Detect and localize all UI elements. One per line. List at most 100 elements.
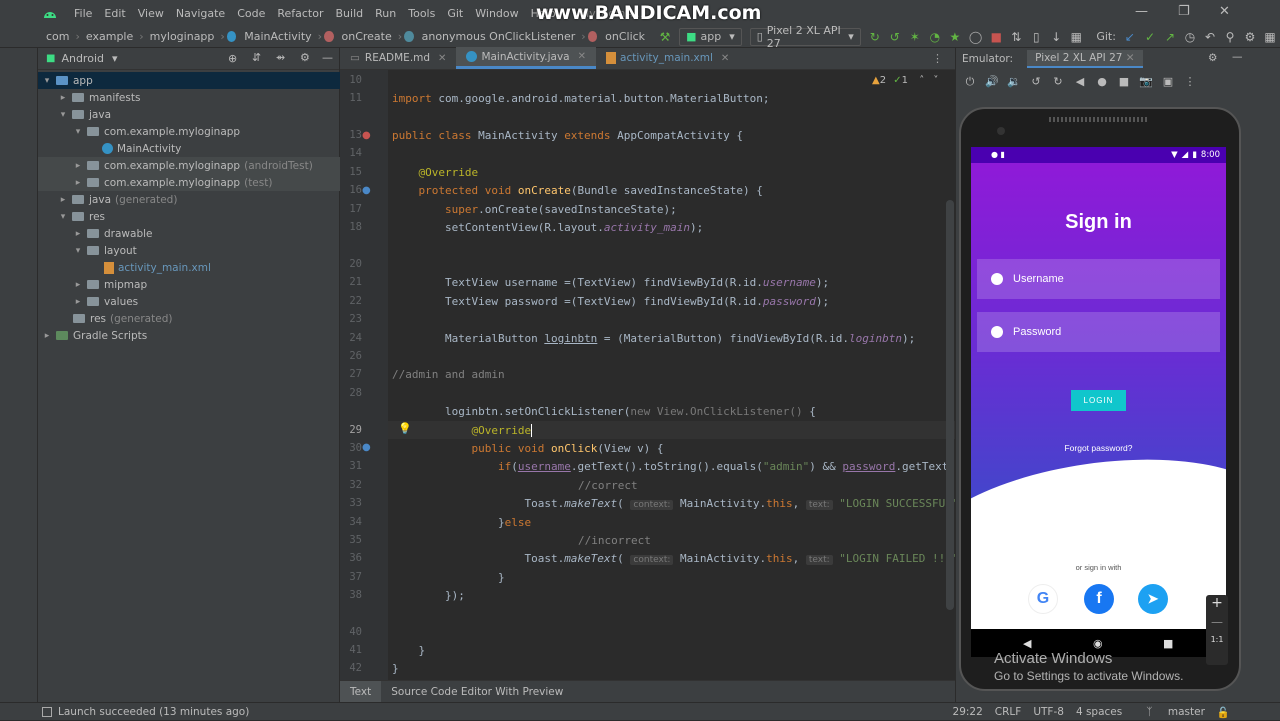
tree-item-manifests[interactable]: ▸ manifests: [38, 89, 340, 106]
username-field[interactable]: Username: [977, 259, 1220, 299]
close-tab-icon[interactable]: ✕: [721, 53, 729, 64]
apply-code-changes-icon[interactable]: ↺: [889, 30, 901, 44]
layout-inspector-icon[interactable]: ▦: [1070, 30, 1082, 44]
camera-icon[interactable]: 📷: [1138, 74, 1154, 90]
file-encoding[interactable]: UTF-8: [1033, 706, 1064, 718]
tree-item-package[interactable]: ▾ com.example.myloginapp: [38, 123, 340, 140]
close-tab-icon[interactable]: ✕: [578, 51, 586, 62]
breadcrumb-anonymous-listener[interactable]: anonymous OnClickListener: [418, 30, 580, 43]
breadcrumb-example[interactable]: example: [82, 30, 137, 43]
indent-setting[interactable]: 4 spaces: [1076, 706, 1122, 718]
snapshot-icon[interactable]: ▣: [1160, 74, 1176, 90]
menu-run[interactable]: Run: [369, 7, 402, 20]
zoom-actual-button[interactable]: 1:1: [1206, 635, 1228, 644]
git-commit-icon[interactable]: ✓: [1144, 30, 1156, 44]
close-tab-icon[interactable]: ✕: [1126, 52, 1135, 64]
status-message[interactable]: Launch succeeded (13 minutes ago): [58, 706, 249, 718]
chevron-right-icon[interactable]: ▸: [58, 195, 68, 205]
close-tab-icon[interactable]: ✕: [438, 53, 446, 64]
rotate-left-icon[interactable]: ↺: [1028, 74, 1044, 90]
git-push-icon[interactable]: ↗: [1164, 30, 1176, 44]
tree-item-java-generated[interactable]: ▸ java (generated): [38, 191, 340, 208]
chevron-right-icon[interactable]: ▸: [73, 178, 83, 188]
hide-panel-icon[interactable]: —: [322, 51, 333, 64]
tree-item-drawable[interactable]: ▸ drawable: [38, 225, 340, 242]
home-icon[interactable]: ●: [1094, 74, 1110, 90]
menu-navigate[interactable]: Navigate: [170, 7, 231, 20]
tab-text[interactable]: Text: [340, 680, 382, 703]
twitter-icon[interactable]: ➤: [1138, 584, 1168, 614]
override-gutter-icon[interactable]: ●: [362, 185, 371, 196]
stop-icon[interactable]: ■: [990, 30, 1002, 44]
inspection-widget[interactable]: ▲2 ✓1 ˄ ˅: [872, 75, 938, 86]
volume-up-icon[interactable]: 🔊: [984, 74, 1000, 90]
git-branch[interactable]: ᛉ master: [1134, 706, 1205, 718]
override-gutter-icon[interactable]: ●: [362, 130, 371, 141]
git-update-icon[interactable]: ↙: [1124, 30, 1136, 44]
menu-git[interactable]: Git: [441, 7, 469, 20]
login-button[interactable]: LOGIN: [1071, 390, 1126, 411]
chevron-down-icon[interactable]: ▾: [42, 76, 52, 86]
profile-icon[interactable]: ◔: [929, 30, 941, 44]
locate-icon[interactable]: ⊕: [228, 52, 237, 65]
debug-icon[interactable]: ✶: [909, 30, 921, 44]
menu-window[interactable]: Window: [469, 7, 524, 20]
emulator-device-tab[interactable]: Pixel 2 XL API 27 ✕: [1027, 50, 1143, 68]
tab-mainactivity[interactable]: MainActivity.java ✕: [456, 47, 597, 69]
lock-icon[interactable]: 🔓: [1217, 706, 1230, 719]
power-icon[interactable]: ⏻: [962, 74, 978, 90]
maximize-icon[interactable]: ❐: [1178, 4, 1190, 19]
volume-down-icon[interactable]: 🔉: [1006, 74, 1022, 90]
breadcrumb-myloginapp[interactable]: myloginapp: [146, 30, 219, 43]
override-gutter-icon[interactable]: ●: [362, 442, 371, 453]
tab-activity-main-xml[interactable]: activity_main.xml ✕: [596, 47, 739, 69]
tree-item-res[interactable]: ▾ res: [38, 208, 340, 225]
hide-panel-icon[interactable]: —: [1232, 51, 1243, 63]
chevron-down-icon[interactable]: ▾: [58, 110, 68, 120]
run-config-select[interactable]: ■ app ▾: [679, 27, 742, 46]
chevron-down-icon[interactable]: ▾: [112, 52, 118, 65]
chevron-right-icon[interactable]: ▸: [73, 297, 83, 307]
expand-all-icon[interactable]: ⇵: [252, 51, 261, 64]
chevron-down-icon[interactable]: ▾: [73, 127, 83, 137]
project-view-select[interactable]: Android: [61, 52, 104, 65]
collapse-all-icon[interactable]: ⇴: [276, 51, 285, 64]
menu-build[interactable]: Build: [330, 7, 370, 20]
overview-icon[interactable]: ■: [1116, 74, 1132, 90]
tree-item-app[interactable]: ▾ app: [38, 72, 340, 89]
google-icon[interactable]: G: [1028, 584, 1058, 614]
tree-item-layout[interactable]: ▾ layout: [38, 242, 340, 259]
tree-item-gradle-scripts[interactable]: ▸ Gradle Scripts: [38, 327, 340, 344]
menu-view[interactable]: View: [132, 7, 170, 20]
hammer-build-icon[interactable]: ⚒: [659, 30, 671, 44]
git-rollback-icon[interactable]: ↶: [1204, 30, 1216, 44]
back-icon[interactable]: ◀: [1072, 74, 1088, 90]
menu-code[interactable]: Code: [231, 7, 271, 20]
search-everywhere-icon[interactable]: ⚲: [1224, 30, 1236, 44]
breadcrumb-onclick[interactable]: onClick: [601, 30, 649, 43]
cursor-position[interactable]: 29:22: [953, 706, 983, 718]
menu-refactor[interactable]: Refactor: [271, 7, 329, 20]
close-icon[interactable]: ✕: [1219, 4, 1230, 19]
gear-icon[interactable]: ⚙: [1208, 52, 1217, 64]
tree-item-package-test[interactable]: ▸ com.example.myloginapp (test): [38, 174, 340, 191]
more-options-icon[interactable]: ⋮: [1182, 74, 1198, 90]
chevron-down-icon[interactable]: ▾: [58, 212, 68, 222]
nav-back-icon[interactable]: ◀: [1023, 637, 1031, 650]
tree-item-res-generated[interactable]: res (generated): [38, 310, 340, 327]
rotate-right-icon[interactable]: ↻: [1050, 74, 1066, 90]
gear-icon[interactable]: ⚙: [300, 51, 310, 64]
tree-item-java[interactable]: ▾ java: [38, 106, 340, 123]
zoom-in-button[interactable]: +: [1206, 595, 1228, 611]
settings-gear-icon[interactable]: ⚙: [1244, 30, 1256, 44]
line-separator[interactable]: CRLF: [995, 706, 1022, 718]
run-coverage-icon[interactable]: ◯: [969, 30, 982, 44]
editor-scrollbar[interactable]: [946, 200, 954, 610]
project-structure-icon[interactable]: ▦: [1264, 30, 1276, 44]
breadcrumb-oncreate[interactable]: onCreate: [338, 30, 396, 43]
nav-overview-icon[interactable]: ■: [1163, 637, 1173, 650]
tree-item-package-androidtest[interactable]: ▸ com.example.myloginapp (androidTest): [38, 157, 340, 174]
minimize-icon[interactable]: —: [1135, 4, 1148, 19]
chevron-right-icon[interactable]: ▸: [73, 161, 83, 171]
git-history-icon[interactable]: ◷: [1184, 30, 1196, 44]
